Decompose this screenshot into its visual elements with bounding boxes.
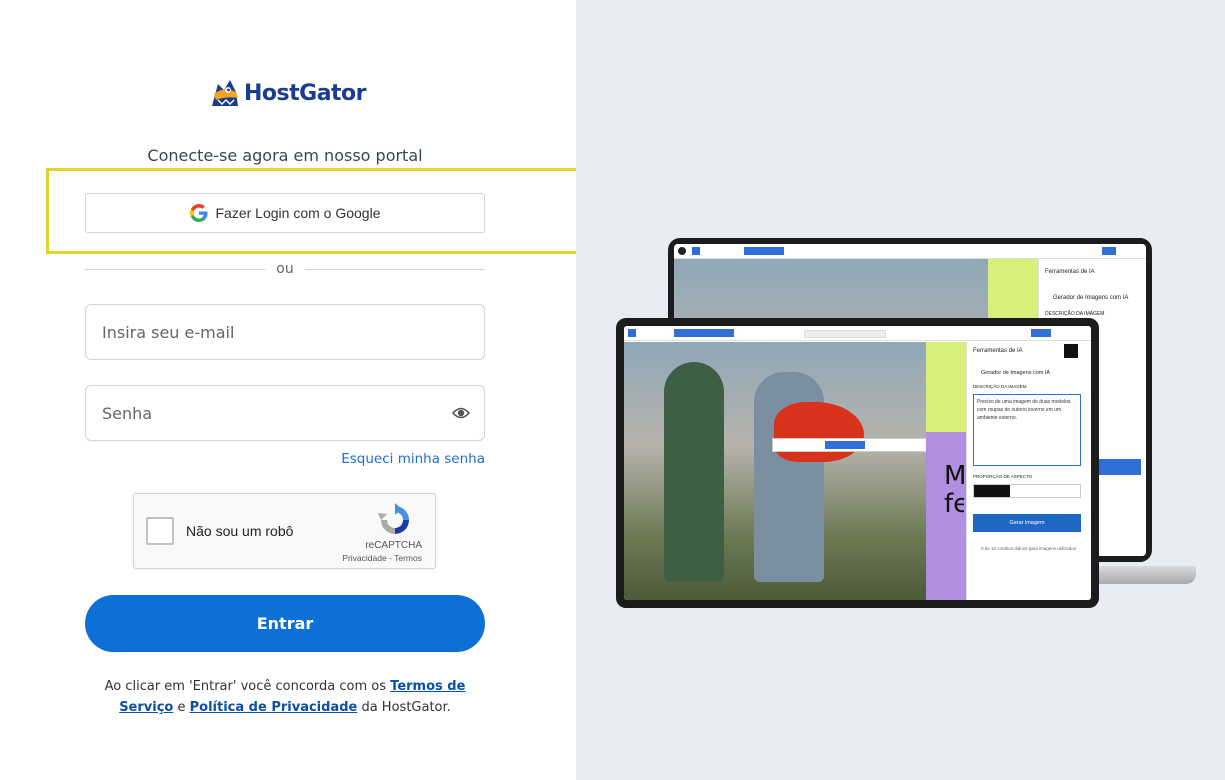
privacy-link[interactable]: Política de Privacidade [190, 700, 358, 715]
recaptcha-icon [378, 503, 409, 534]
google-login-button[interactable]: Fazer Login com o Google [85, 193, 485, 233]
tablet-toolbar [624, 326, 1091, 341]
recaptcha-checkbox[interactable] [146, 517, 174, 545]
login-panel: HostGator Conecte-se agora em nosso port… [0, 0, 598, 780]
recaptcha-label: Não sou um robô [186, 523, 294, 539]
tablet-green-block [926, 342, 966, 432]
legal-notice: Ao clicar em 'Entrar' você concorda com … [88, 676, 482, 718]
email-field-wrapper [85, 304, 485, 360]
tablet-headline: M fe [944, 462, 964, 518]
recaptcha-terms-link[interactable]: Termos [394, 553, 422, 563]
brand-name: HostGator [244, 80, 367, 106]
tablet-panel-subtitle: Gerador de Imagens com IA [981, 370, 1051, 376]
password-field-wrapper [85, 385, 485, 441]
page-subtitle: Conecte-se agora em nosso portal [147, 146, 423, 165]
tablet-purple-block: M fe [926, 432, 966, 600]
tablet-credits-text: 0 de 10 créditos diários para imagens ut… [981, 546, 1077, 551]
google-icon [189, 204, 208, 222]
laptop-desc-label: DESCRIÇÃO DA IMAGEM [1045, 311, 1105, 317]
tablet-desc-box: Preciso de uma imagem de duas modelos co… [973, 394, 1081, 466]
legal-middle: e [173, 700, 190, 715]
email-input[interactable] [86, 305, 432, 359]
model-left [664, 362, 724, 582]
recaptcha-links: Privacidade - Termos [342, 553, 422, 563]
recaptcha-widget: Não sou um robô reCAPTCHA Privacidade - … [133, 493, 436, 569]
panel-star-icon [1064, 344, 1078, 358]
red-scarf [774, 402, 864, 462]
tablet-aspect-label: PROPORÇÃO DE ASPECTO [973, 474, 1033, 479]
divider-line-right [305, 269, 485, 270]
eye-icon[interactable] [452, 405, 470, 421]
aspect-ratio-selector [973, 484, 1081, 498]
tablet-screen: M fe Ferramentas de IA Gerador de Imagen… [624, 326, 1091, 600]
forgot-password-link[interactable]: Esqueci minha senha [341, 451, 485, 467]
floating-toolbar [772, 438, 936, 452]
tablet-ai-panel: Ferramentas de IA Gerador de Imagens com… [966, 342, 1091, 600]
tablet-mockup: M fe Ferramentas de IA Gerador de Imagen… [616, 318, 1099, 608]
gator-icon [212, 80, 238, 106]
recaptcha-brand: reCAPTCHA [365, 540, 422, 551]
submit-button[interactable]: Entrar [85, 595, 485, 652]
laptop-panel-title: Ferramentas de IA [1045, 269, 1095, 275]
legal-prefix: Ao clicar em 'Entrar' você concorda com … [104, 679, 391, 694]
recaptcha-separator: - [386, 553, 395, 563]
tablet-photo [624, 342, 936, 600]
legal-suffix: da HostGator. [357, 700, 451, 715]
hostgator-logo: HostGator [208, 78, 367, 108]
tablet-desc-label: DESCRIÇÃO DA IMAGEM [973, 384, 1027, 389]
laptop-panel-subtitle: Gerador de Imagens com IA [1053, 295, 1129, 301]
recaptcha-privacy-link[interactable]: Privacidade [342, 553, 386, 563]
google-login-label: Fazer Login com o Google [215, 205, 381, 221]
password-input[interactable] [86, 386, 432, 440]
or-divider: ou [85, 261, 485, 277]
laptop-toolbar [674, 244, 1146, 259]
tablet-generate-button: Gerar imagem [973, 514, 1081, 532]
tablet-panel-title: Ferramentas de IA [973, 348, 1023, 354]
laptop-base [1090, 566, 1196, 584]
